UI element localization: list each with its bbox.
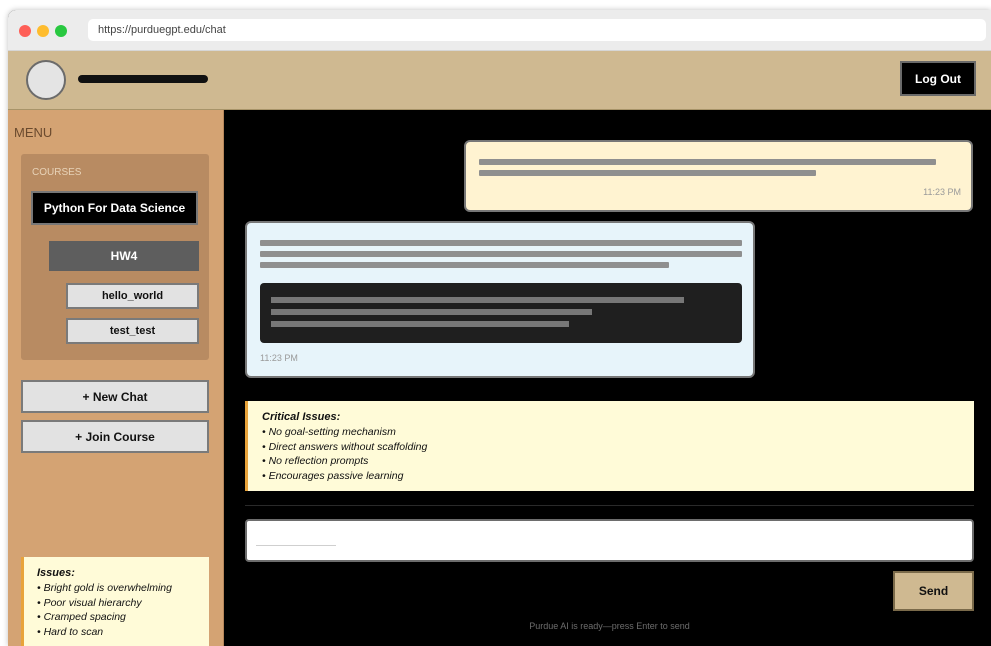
critical-issue-item: • Encourages passive learning xyxy=(262,469,404,482)
assignment-hw4[interactable]: HW4 xyxy=(49,241,199,271)
maximize-window-icon[interactable] xyxy=(55,25,67,37)
join-course-button[interactable]: + Join Course xyxy=(21,420,209,453)
divider xyxy=(245,505,974,506)
course-python-for-data-science[interactable]: Python For Data Science xyxy=(31,191,198,225)
critical-issue-item: • No reflection prompts xyxy=(262,455,369,467)
chat-item-test-test[interactable]: test_test xyxy=(66,318,199,344)
app-header: Log Out xyxy=(8,51,991,110)
critical-issue-item: • No goal-setting mechanism xyxy=(262,426,396,438)
placeholder-text-line xyxy=(260,240,742,246)
critical-issues-note: Critical Issues: • No goal-setting mecha… xyxy=(245,401,974,491)
minimize-window-icon[interactable] xyxy=(37,25,49,37)
input-underline xyxy=(256,545,336,546)
chat-item-hello-world[interactable]: hello_world xyxy=(66,283,199,309)
critical-issues-title: Critical Issues: xyxy=(262,411,341,423)
menu-label: MENU xyxy=(14,125,53,140)
message-timestamp: 11:23 PM xyxy=(260,353,298,363)
message-timestamp: 11:23 PM xyxy=(923,187,961,197)
close-window-icon[interactable] xyxy=(19,25,31,37)
placeholder-text-line xyxy=(479,170,816,176)
issue-item: • Hard to scan xyxy=(37,625,104,638)
issues-title: Issues: xyxy=(37,567,75,579)
new-chat-button[interactable]: + New Chat xyxy=(21,380,209,413)
logout-button[interactable]: Log Out xyxy=(900,61,976,96)
placeholder-code-line xyxy=(271,297,684,303)
assistant-message-bubble: 11:23 PM xyxy=(245,221,755,378)
issue-item: • Cramped spacing xyxy=(37,611,126,623)
critical-issue-item: • Direct answers without scaffolding xyxy=(262,440,428,453)
code-block xyxy=(260,283,742,343)
issue-item: • Bright gold is overwhelming xyxy=(37,582,172,594)
courses-label: COURSES xyxy=(32,167,82,178)
placeholder-text-line xyxy=(260,251,742,257)
browser-titlebar: https://purduegpt.edu/chat xyxy=(8,10,991,51)
address-bar[interactable]: https://purduegpt.edu/chat xyxy=(88,19,986,41)
redacted-title-bar xyxy=(78,75,208,83)
issue-item: • Poor visual hierarchy xyxy=(37,596,142,609)
placeholder-code-line xyxy=(271,309,592,315)
message-input[interactable] xyxy=(245,519,974,562)
avatar[interactable] xyxy=(26,60,66,100)
sidebar-issues-note: Issues: • Bright gold is overwhelming • … xyxy=(21,557,209,646)
browser-window: https://purduegpt.edu/chat Log Out MENU … xyxy=(8,10,991,646)
placeholder-text-line xyxy=(260,262,669,268)
placeholder-text-line xyxy=(479,159,936,165)
courses-panel: COURSES Python For Data Science HW4 hell… xyxy=(21,154,209,360)
placeholder-code-line xyxy=(271,321,569,327)
status-text: Purdue AI is ready—press Enter to send xyxy=(529,621,690,631)
sidebar: MENU COURSES Python For Data Science HW4… xyxy=(8,110,224,646)
user-message-bubble: 11:23 PM xyxy=(464,140,973,212)
send-button[interactable]: Send xyxy=(893,571,974,611)
